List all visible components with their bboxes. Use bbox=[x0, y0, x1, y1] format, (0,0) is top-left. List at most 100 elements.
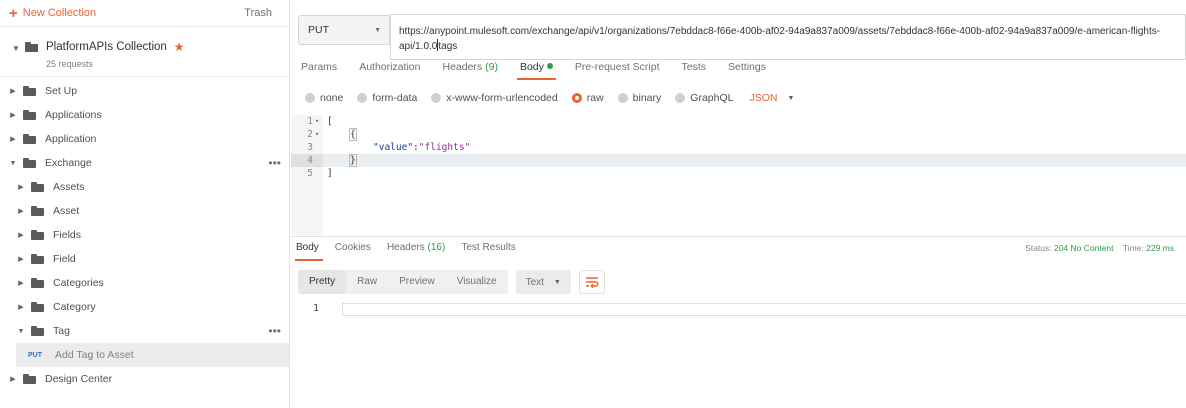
line-number: 5 bbox=[307, 168, 313, 179]
response-tab-body[interactable]: Body bbox=[291, 238, 327, 261]
sidebar-folder-set-up[interactable]: ▶ Set Up bbox=[0, 79, 289, 103]
line-number: 4 bbox=[291, 154, 323, 167]
json-value: "flights" bbox=[418, 142, 471, 153]
sidebar-folder-exchange[interactable]: ▼ Exchange ••• bbox=[0, 151, 289, 175]
response-tab-test-results[interactable]: Test Results bbox=[453, 238, 523, 260]
option-label: raw bbox=[586, 92, 604, 104]
sidebar-folder-categories[interactable]: ▶ Categories bbox=[0, 271, 289, 295]
format-value: JSON bbox=[749, 92, 778, 104]
tab-headers[interactable]: Headers (9) bbox=[431, 57, 508, 79]
tab-count: (16) bbox=[427, 242, 446, 253]
matched-brace: } bbox=[349, 154, 357, 167]
collection-name: PlatformAPIs Collection bbox=[46, 41, 167, 53]
sidebar-folder-field[interactable]: ▶ Field bbox=[0, 247, 289, 271]
sidebar-folder-applications[interactable]: ▶ Applications bbox=[0, 103, 289, 127]
wrap-lines-button[interactable] bbox=[578, 270, 605, 294]
chevron-down-icon: ▼ bbox=[787, 94, 795, 102]
url-input[interactable]: https://anypoint.mulesoft.com/exchange/a… bbox=[390, 14, 1186, 60]
tab-label: Test Results bbox=[461, 242, 516, 253]
tab-label: Body bbox=[519, 61, 544, 73]
option-label: GraphQL bbox=[690, 92, 734, 104]
code-text: { bbox=[349, 128, 357, 141]
time-value[interactable]: 229 ms bbox=[1146, 243, 1174, 253]
sidebar-folder-assets[interactable]: ▶ Assets bbox=[0, 175, 289, 199]
new-collection-button[interactable]: + New Collection bbox=[9, 6, 96, 21]
sidebar-folder-design-center[interactable]: ▶ Design Center bbox=[0, 367, 289, 391]
body-option-form-data[interactable]: form-data bbox=[357, 92, 417, 104]
request-body-editor[interactable]: 1 ▾ [ 2 ▾ { 3 "value":"flights" 4 } 5 ] bbox=[291, 115, 1186, 235]
code-line: 2 ▾ { bbox=[291, 128, 1186, 141]
sidebar-folder-fields[interactable]: ▶ Fields bbox=[0, 223, 289, 247]
chevron-right-icon: ▶ bbox=[18, 304, 24, 311]
body-option-none[interactable]: none bbox=[305, 92, 343, 104]
more-options-icon[interactable]: ••• bbox=[268, 324, 281, 338]
fold-icon[interactable]: ▾ bbox=[315, 115, 319, 128]
tab-settings[interactable]: Settings bbox=[717, 57, 777, 79]
tab-label: Settings bbox=[728, 61, 766, 73]
folder-icon bbox=[23, 134, 36, 144]
body-option-binary[interactable]: binary bbox=[617, 92, 661, 104]
tab-label: Tests bbox=[681, 61, 707, 73]
sidebar-request-add-tag-to-asset[interactable]: PUT Add Tag to Asset bbox=[16, 343, 289, 367]
response-format-select[interactable]: Text ▼ bbox=[515, 270, 571, 294]
option-label: none bbox=[320, 92, 344, 104]
body-format-select[interactable]: JSON ▼ bbox=[749, 92, 794, 104]
folder-label: Assets bbox=[53, 181, 85, 193]
code-line: 3 "value":"flights" bbox=[291, 141, 1186, 154]
folder-icon bbox=[23, 374, 36, 384]
line-number: 2 bbox=[307, 129, 313, 140]
view-visualize-button[interactable]: Visualize bbox=[446, 270, 508, 294]
tab-label: Cookies bbox=[334, 242, 371, 253]
sidebar-folder-asset[interactable]: ▶ Asset bbox=[0, 199, 289, 223]
sidebar-folder-tag[interactable]: ▼ Tag ••• bbox=[0, 319, 289, 343]
star-icon[interactable]: ★ bbox=[174, 40, 185, 54]
radio-button[interactable] bbox=[357, 93, 368, 103]
matched-brace: { bbox=[349, 128, 357, 141]
tab-authorization[interactable]: Authorization bbox=[348, 57, 431, 79]
response-status: Status: 204 No Content Time: 229 ms bbox=[1025, 243, 1174, 253]
tab-tests[interactable]: Tests bbox=[671, 57, 718, 79]
tab-body[interactable]: Body bbox=[509, 57, 564, 80]
trash-button[interactable]: Trash bbox=[244, 7, 272, 19]
response-line-box bbox=[342, 303, 1186, 316]
url-text: https://anypoint.mulesoft.com/exchange/a… bbox=[399, 26, 1161, 52]
code-text: "value":"flights" bbox=[373, 141, 470, 154]
response-body-viewer[interactable]: 1 bbox=[291, 303, 1186, 317]
status-value[interactable]: 204 No Content bbox=[1054, 243, 1114, 253]
sidebar-folder-application[interactable]: ▶ Application bbox=[0, 127, 289, 151]
line-number: 1 bbox=[307, 116, 313, 127]
view-preview-button[interactable]: Preview bbox=[388, 270, 446, 294]
fold-icon[interactable]: ▾ bbox=[315, 128, 319, 141]
radio-button[interactable] bbox=[431, 93, 442, 103]
code-line: 1 ▾ [ bbox=[291, 115, 1186, 128]
collection-header[interactable]: ▼ PlatformAPIs Collection ★ 25 requests bbox=[0, 27, 289, 77]
response-tab-headers[interactable]: Headers (16) bbox=[379, 238, 453, 260]
code-line: 5 ] bbox=[291, 167, 1186, 180]
collection-request-count: 25 requests bbox=[46, 59, 94, 69]
chevron-right-icon: ▶ bbox=[18, 256, 24, 263]
pane-divider[interactable] bbox=[291, 236, 1186, 237]
tab-pre-request-script[interactable]: Pre-request Script bbox=[564, 57, 671, 79]
tab-params[interactable]: Params bbox=[291, 57, 348, 79]
code-line-active: 4 } bbox=[291, 154, 1186, 167]
request-method-badge: PUT bbox=[28, 351, 42, 359]
method-select[interactable]: PUT ▼ bbox=[298, 15, 390, 45]
chevron-down-icon: ▼ bbox=[17, 327, 25, 335]
view-raw-button[interactable]: Raw bbox=[346, 270, 388, 294]
radio-button[interactable] bbox=[675, 93, 686, 103]
response-toolbar: Pretty Raw Preview Visualize Text ▼ bbox=[298, 270, 605, 294]
radio-button[interactable] bbox=[305, 93, 315, 103]
radio-button[interactable] bbox=[617, 93, 628, 103]
json-key: "value" bbox=[373, 142, 414, 153]
view-pretty-button[interactable]: Pretty bbox=[298, 270, 347, 294]
format-value: Text bbox=[525, 276, 544, 288]
sidebar-folder-category[interactable]: ▶ Category bbox=[0, 295, 289, 319]
body-option-graphql[interactable]: GraphQL bbox=[675, 92, 733, 104]
folder-icon bbox=[31, 206, 44, 216]
folder-label: Field bbox=[53, 253, 76, 265]
response-tab-cookies[interactable]: Cookies bbox=[327, 238, 379, 260]
radio-button[interactable] bbox=[571, 93, 582, 103]
more-options-icon[interactable]: ••• bbox=[268, 156, 281, 170]
body-option-raw[interactable]: raw bbox=[571, 92, 604, 104]
body-option-urlencoded[interactable]: x-www-form-urlencoded bbox=[431, 92, 558, 104]
